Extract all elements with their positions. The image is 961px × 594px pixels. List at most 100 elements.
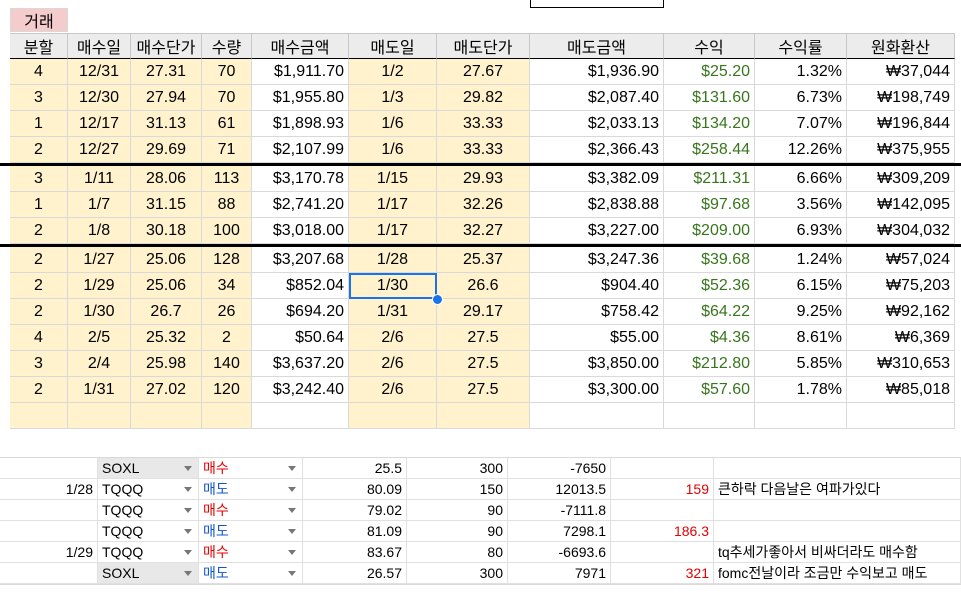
- cell-buy-amount[interactable]: $3,242.40: [252, 377, 349, 403]
- log-profit[interactable]: [611, 542, 714, 563]
- cell-krw-converted[interactable]: ₩142,095: [847, 192, 955, 218]
- cell-split[interactable]: 2: [10, 273, 68, 299]
- cell-sell-date[interactable]: 1/6: [349, 111, 437, 137]
- cell-sell-price[interactable]: 27.5: [437, 325, 530, 351]
- cell-sell-price[interactable]: 25.37: [437, 247, 530, 273]
- log-qty[interactable]: 300: [407, 458, 508, 479]
- log-date[interactable]: 1/28: [0, 479, 98, 500]
- log-profit[interactable]: 186.3: [611, 521, 714, 542]
- cell-return-rate[interactable]: 6.15%: [755, 273, 847, 299]
- cell-empty[interactable]: [252, 403, 349, 429]
- selected-cell[interactable]: 1/30: [349, 273, 437, 299]
- cell-profit[interactable]: $211.31: [664, 166, 755, 192]
- cell-return-rate[interactable]: 6.73%: [755, 85, 847, 111]
- cell-split[interactable]: 1: [10, 111, 68, 137]
- cell-buy-date[interactable]: 1/31: [68, 377, 131, 403]
- cell-return-rate[interactable]: 1.78%: [755, 377, 847, 403]
- section-label[interactable]: 거래: [10, 8, 68, 32]
- cell-sell-amount[interactable]: $2,087.40: [530, 85, 664, 111]
- cell-quantity[interactable]: 113: [202, 166, 252, 192]
- cell-buy-amount[interactable]: $1,911.70: [252, 59, 349, 85]
- log-ticker[interactable]: TQQQ: [98, 500, 199, 521]
- cell-krw-converted[interactable]: ₩37,044: [847, 59, 955, 85]
- cell-buy-amount[interactable]: $50.64: [252, 325, 349, 351]
- cell-quantity[interactable]: 140: [202, 351, 252, 377]
- cell-sell-price[interactable]: 29.93: [437, 166, 530, 192]
- cell-empty[interactable]: [664, 403, 755, 429]
- log-qty[interactable]: 80: [407, 542, 508, 563]
- log-price[interactable]: 80.09: [303, 479, 407, 500]
- cell-sell-amount[interactable]: $2,838.88: [530, 192, 664, 218]
- log-note[interactable]: [714, 500, 961, 521]
- cell-sell-date[interactable]: 1/17: [349, 192, 437, 218]
- cell-sell-price[interactable]: 33.33: [437, 137, 530, 163]
- log-profit[interactable]: 159: [611, 479, 714, 500]
- log-profit[interactable]: [611, 458, 714, 479]
- cell-sell-amount[interactable]: $3,300.00: [530, 377, 664, 403]
- cell-krw-converted[interactable]: ₩196,844: [847, 111, 955, 137]
- log-action[interactable]: 매수: [199, 542, 303, 563]
- cell-quantity[interactable]: 128: [202, 247, 252, 273]
- cell-buy-amount[interactable]: $2,741.20: [252, 192, 349, 218]
- log-ticker[interactable]: TQQQ: [98, 542, 199, 563]
- cell-buy-price[interactable]: 25.98: [131, 351, 202, 377]
- cell-return-rate[interactable]: 7.07%: [755, 111, 847, 137]
- header-sell-amount[interactable]: 매도금액: [530, 33, 664, 59]
- cell-buy-amount[interactable]: $852.04: [252, 273, 349, 299]
- cell-split[interactable]: 2: [10, 299, 68, 325]
- header-krw-converted[interactable]: 원화환산: [847, 33, 955, 59]
- cell-sell-price[interactable]: 27.67: [437, 59, 530, 85]
- cell-sell-amount[interactable]: $3,382.09: [530, 166, 664, 192]
- cell-krw-converted[interactable]: ₩92,162: [847, 299, 955, 325]
- cell-sell-amount[interactable]: $904.40: [530, 273, 664, 299]
- cell-profit[interactable]: $25.20: [664, 59, 755, 85]
- cell-profit[interactable]: $134.20: [664, 111, 755, 137]
- header-buy-amount[interactable]: 매수금액: [252, 33, 349, 59]
- cell-buy-price[interactable]: 30.18: [131, 218, 202, 244]
- header-return-rate[interactable]: 수익률: [755, 33, 847, 59]
- cell-buy-date[interactable]: 2/5: [68, 325, 131, 351]
- header-buy-date[interactable]: 매수일: [68, 33, 131, 59]
- cell-buy-date[interactable]: 2/4: [68, 351, 131, 377]
- cell-buy-date[interactable]: 12/17: [68, 111, 131, 137]
- log-action[interactable]: 매수: [199, 500, 303, 521]
- log-amount[interactable]: 7971: [508, 563, 611, 584]
- cell-sell-amount[interactable]: $758.42: [530, 299, 664, 325]
- cell-profit[interactable]: $258.44: [664, 137, 755, 163]
- cell-buy-date[interactable]: 1/30: [68, 299, 131, 325]
- cell-buy-price[interactable]: 27.94: [131, 85, 202, 111]
- log-qty[interactable]: 150: [407, 479, 508, 500]
- log-qty[interactable]: 90: [407, 521, 508, 542]
- header-sell-price[interactable]: 매도단가: [437, 33, 530, 59]
- cell-quantity[interactable]: 88: [202, 192, 252, 218]
- log-price[interactable]: 81.09: [303, 521, 407, 542]
- cell-buy-price[interactable]: 25.06: [131, 273, 202, 299]
- cell-quantity[interactable]: 61: [202, 111, 252, 137]
- cell-split[interactable]: 1: [10, 192, 68, 218]
- cell-buy-amount[interactable]: $3,637.20: [252, 351, 349, 377]
- cell-profit[interactable]: $39.68: [664, 247, 755, 273]
- log-amount[interactable]: -7111.8: [508, 500, 611, 521]
- cell-buy-price[interactable]: 31.13: [131, 111, 202, 137]
- cell-sell-amount[interactable]: $3,850.00: [530, 351, 664, 377]
- cell-split[interactable]: 3: [10, 351, 68, 377]
- cell-quantity[interactable]: 34: [202, 273, 252, 299]
- log-note[interactable]: fomc전날이라 조금만 수익보고 매도: [714, 563, 961, 584]
- cell-sell-price[interactable]: 33.33: [437, 111, 530, 137]
- cell-krw-converted[interactable]: ₩309,209: [847, 166, 955, 192]
- dropdown-arrow-icon[interactable]: [288, 487, 296, 492]
- cell-sell-date[interactable]: 1/6: [349, 137, 437, 163]
- log-price[interactable]: 79.02: [303, 500, 407, 521]
- cell-return-rate[interactable]: 12.26%: [755, 137, 847, 163]
- cell-quantity[interactable]: 100: [202, 218, 252, 244]
- cell-empty[interactable]: [530, 403, 664, 429]
- log-ticker[interactable]: SOXL: [98, 563, 199, 584]
- cell-sell-price[interactable]: 26.6: [437, 273, 530, 299]
- cell-buy-amount[interactable]: $1,955.80: [252, 85, 349, 111]
- cell-split[interactable]: 4: [10, 325, 68, 351]
- cell-return-rate[interactable]: 6.93%: [755, 218, 847, 244]
- cell-sell-amount[interactable]: $55.00: [530, 325, 664, 351]
- cell-profit[interactable]: $4.36: [664, 325, 755, 351]
- cell-sell-price[interactable]: 32.27: [437, 218, 530, 244]
- cell-buy-price[interactable]: 29.69: [131, 137, 202, 163]
